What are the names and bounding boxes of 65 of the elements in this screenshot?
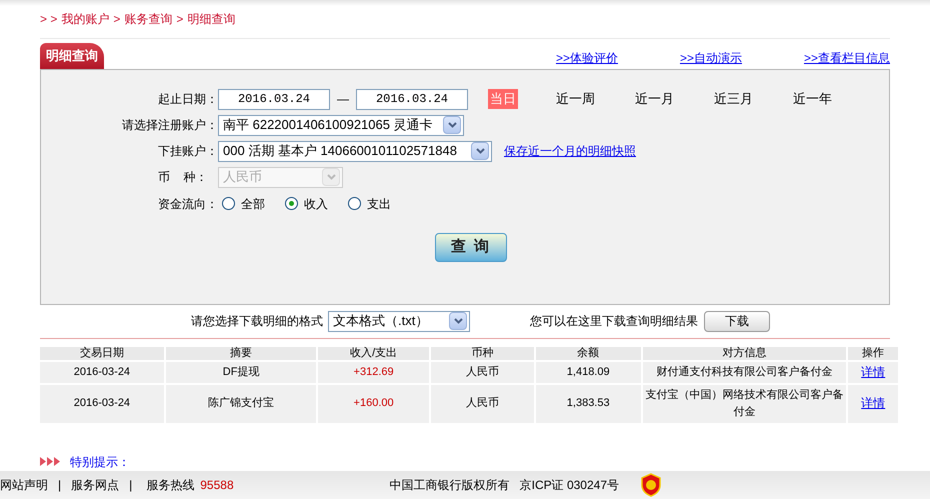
table-cell: +160.00 <box>318 384 429 422</box>
table-cell: DF提现 <box>166 362 316 382</box>
table-cell: 2016-03-24 <box>40 362 164 382</box>
table-cell: 财付通支付科技有限公司客户备付金 <box>642 362 846 382</box>
top-link[interactable]: >>自动演示 <box>680 48 742 66</box>
column-header: 币种 <box>430 346 534 360</box>
download-hint: 您可以在这里下载查询明细结果 <box>530 313 698 330</box>
date-label: 起止日期： <box>157 91 218 108</box>
footer-link[interactable]: 服务网点 <box>71 476 120 494</box>
icp-number: 京ICP证 030247号 <box>520 477 620 494</box>
format-label: 请您选择下载明细的格式 <box>191 313 323 330</box>
footer-separator: | <box>58 477 62 494</box>
table-cell: 人民币 <box>430 384 534 422</box>
column-header: 收入/支出 <box>318 346 429 360</box>
badge-icon <box>639 473 664 497</box>
footer-link[interactable]: 网站声明 <box>0 476 48 494</box>
triangles-icon <box>40 457 62 466</box>
column-header: 对方信息 <box>642 346 846 360</box>
column-header: 操作 <box>848 346 898 360</box>
start-date-field[interactable]: 2016.03.24 <box>218 88 330 110</box>
range-option[interactable]: 近一年 <box>791 89 834 109</box>
range-option[interactable]: 近一周 <box>554 89 597 109</box>
hotline-label: 服务热线 <box>146 477 194 494</box>
breadcrumb-link[interactable]: 我的账户 <box>61 10 110 28</box>
currency-label: 币 种： <box>157 169 208 186</box>
top-link[interactable]: >>查看栏目信息 <box>804 48 890 66</box>
query-button[interactable]: 查 询 <box>435 232 507 262</box>
flow-radio[interactable]: 支出 <box>348 194 391 212</box>
table-cell: +312.69 <box>318 362 429 382</box>
flow-label: 资金流向： <box>157 196 218 212</box>
breadcrumb-separator: > <box>176 11 184 28</box>
format-select[interactable]: 文本格式（.txt） <box>328 310 470 332</box>
table-cell: 2016-03-24 <box>40 384 164 422</box>
sub-account-select[interactable]: 000 活期 基本户 1406600101102571848 <box>218 140 492 162</box>
table-cell: 1,383.53 <box>536 384 641 422</box>
column-header: 交易日期 <box>40 346 164 360</box>
end-date-field[interactable]: 2016.03.24 <box>356 88 468 110</box>
table-cell: 支付宝（中国）网络技术有限公司客户备付金 <box>642 384 846 422</box>
snapshot-link[interactable]: 保存近一个月的明细快照 <box>504 142 636 160</box>
account-select[interactable]: 南平 6222001406100921065 灵通卡 <box>218 114 464 136</box>
footer-separator: | <box>129 477 132 494</box>
flow-radio[interactable]: 收入 <box>285 194 328 212</box>
breadcrumb-separator: > <box>113 11 120 28</box>
hotline-number: 95588 <box>200 477 234 494</box>
table-cell: 1,418.09 <box>536 362 641 382</box>
breadcrumb-link[interactable]: 账务查询 <box>124 10 172 28</box>
download-button[interactable]: 下载 <box>704 310 770 332</box>
date-separator: — <box>337 91 349 108</box>
flow-radio[interactable]: 全部 <box>222 194 265 212</box>
details-link[interactable]: 详情 <box>848 362 898 382</box>
copyright: 中国工商银行版权所有 <box>390 477 510 494</box>
account-label: 请选择注册账户： <box>121 117 218 134</box>
sub-account-label: 下挂账户： <box>157 143 218 160</box>
range-option[interactable]: 近三月 <box>712 89 755 109</box>
breadcrumb-link[interactable]: 明细查询 <box>187 10 236 28</box>
column-header: 余额 <box>536 346 641 360</box>
notice-title: 特别提示： <box>70 454 130 470</box>
range-option[interactable]: 近一月 <box>633 89 676 109</box>
breadcrumb-separator: > > <box>40 11 58 28</box>
top-link[interactable]: >>体验评价 <box>556 48 618 66</box>
panel-tab[interactable]: 明细查询 <box>40 43 104 68</box>
details-link[interactable]: 详情 <box>848 384 898 422</box>
table-cell: 人民币 <box>430 362 534 382</box>
table-cell: 陈广锦支付宝 <box>166 384 316 422</box>
column-header: 摘要 <box>166 346 316 360</box>
